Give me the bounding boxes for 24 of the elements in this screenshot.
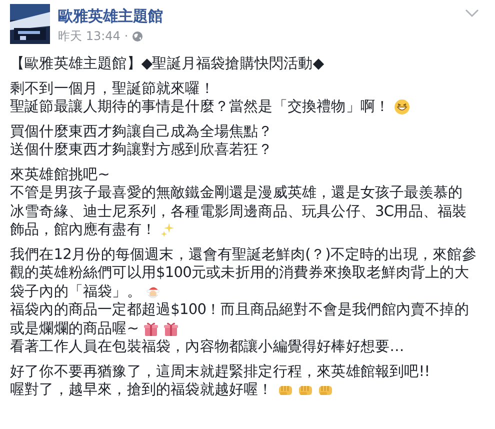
gift-icon xyxy=(142,320,159,337)
post-text: 看著工作人員在包裝福袋，內容物都讓小編覺得好棒好想要… xyxy=(10,338,404,356)
author-name[interactable]: 歐雅英雄主題館 xyxy=(58,6,457,26)
post-text: 觀的英雄粉絲們可以用$100元或未折用的消費券來換取老鮮肉背上的大 xyxy=(10,264,469,282)
globe-icon xyxy=(132,30,144,42)
post-text: 飾品，館內應有盡有！ xyxy=(10,221,156,240)
post-text: 我們在12月份的每個週末，還會有聖誕老鮮肉(？)不定時的出現，來館參 xyxy=(10,246,476,264)
separator: · xyxy=(124,28,128,44)
post-text: 喔對了，越早來，搶到的福袋就越好喔！ xyxy=(10,381,273,400)
grin-emoji-icon xyxy=(394,99,410,116)
post-text: 送個什麼東西才夠讓對方感到欣喜若狂？ xyxy=(10,141,273,160)
post-text: 好了你不要再猶豫了，這周末就趕緊排定行程，來英雄館報到吧!! xyxy=(10,362,430,381)
post-text: 剩不到一個月，聖誕節就來囉！ xyxy=(10,80,214,98)
gift-icon xyxy=(162,320,179,337)
post-text: 來英雄館挑吧~ xyxy=(10,166,110,184)
post-text: 【歐雅英雄主題館】◆聖誕月福袋搶購快閃活動◆ xyxy=(10,55,324,74)
post-text: 買個什麼東西才夠讓自己成為全場焦點？ xyxy=(10,122,273,141)
post-text: 福袋內的商品一定都超過$100！而且商品絕對不會是我們館內賣不掉的 xyxy=(10,301,469,320)
post-text: 或是爛爛的商品喔~ xyxy=(10,320,139,338)
post-text: 袋子內的「福袋」。 xyxy=(10,282,142,301)
chevron-down-icon[interactable] xyxy=(465,9,479,18)
post-text: 冰雪奇緣、迪士尼系列，各種電影周邊商品、玩具公仔、3C用品、福裝 xyxy=(10,202,467,221)
post-text: 聖誕節最讓人期待的事情是什麼？當然是「交換禮物」啊！ xyxy=(10,98,390,116)
post-text: 不管是男孩子最喜愛的無敵鐵金剛還是漫威英雄，還是女孩子最羨慕的 xyxy=(10,184,463,202)
